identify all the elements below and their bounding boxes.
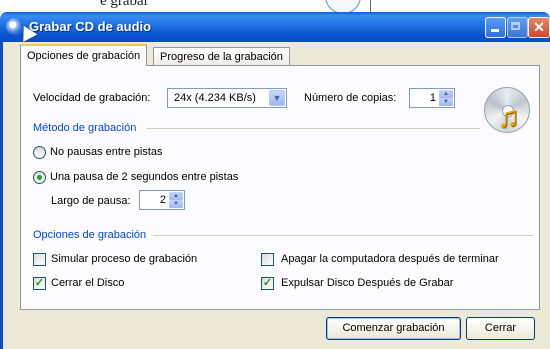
copies-value: 1 [429,92,436,104]
close-icon: ✕ [533,19,545,35]
eject-label[interactable]: Expulsar Disco Después de Grabar [281,277,453,289]
speed-select-value: 24x (4.234 KB/s) [174,92,256,104]
close-window-button[interactable]: ✕ [528,17,550,38]
eject-checkbox[interactable]: ✓ [261,277,274,290]
spin-up-icon[interactable]: ▲ [169,192,183,200]
shutdown-checkbox[interactable] [261,253,274,266]
spin-down-icon[interactable]: ▼ [439,98,453,106]
speed-select[interactable]: 24x (4.234 KB/s) ▼ [167,88,287,108]
tab-burn-options[interactable]: Opciones de grabación [20,44,148,66]
method-section-title: Método de grabación [33,122,137,134]
music-note-icon: ♫ [497,101,520,134]
title-bar[interactable]: Grabar CD de audio ✕ [0,12,550,42]
simulate-checkbox[interactable] [33,253,46,266]
maximize-icon [511,22,520,30]
minimize-icon [491,29,499,32]
background-area: e grabar [0,0,550,14]
options-separator [153,235,533,236]
pause-radio[interactable] [33,171,46,184]
background-divider [370,0,371,12]
spin-down-icon[interactable]: ▼ [169,200,183,208]
speed-label: Velocidad de grabación: [33,92,151,104]
no-pause-radio[interactable] [33,146,46,159]
tab-burn-progress[interactable]: Progreso de la grabación [153,47,290,66]
close-disc-label[interactable]: Cerrar el Disco [51,277,124,289]
chevron-down-icon[interactable]: ▼ [269,90,285,106]
shutdown-label[interactable]: Apagar la computadora después de termina… [281,253,499,265]
copies-stepper[interactable]: 1 ▲ ▼ [409,88,455,108]
pause-length-label: Largo de pausa: [51,195,131,207]
close-disc-checkbox[interactable]: ✓ [33,277,46,290]
copies-label: Número de copias: [304,92,397,104]
start-burn-button[interactable]: Comenzar grabación [326,317,461,340]
background-text: e grabar [100,0,149,9]
copies-stepper-buttons[interactable]: ▲ ▼ [439,90,453,106]
pause-length-value: 2 [159,194,166,206]
pause-length-stepper[interactable]: 2 ▲ ▼ [139,190,185,210]
close-button[interactable]: Cerrar [466,317,535,340]
no-pause-label[interactable]: No pausas entre pistas [50,146,163,158]
pause-label[interactable]: Una pausa de 2 segundos entre pistas [50,171,238,183]
maximize-button [507,17,528,38]
window-title: Grabar CD de audio [29,19,152,34]
options-section-title: Opciones de grabación [33,229,147,241]
spin-up-icon[interactable]: ▲ [439,90,453,98]
method-separator [146,128,480,129]
simulate-label[interactable]: Simular proceso de grabación [51,253,197,265]
pause-length-stepper-buttons[interactable]: ▲ ▼ [169,192,183,208]
minimize-button[interactable] [485,17,506,38]
